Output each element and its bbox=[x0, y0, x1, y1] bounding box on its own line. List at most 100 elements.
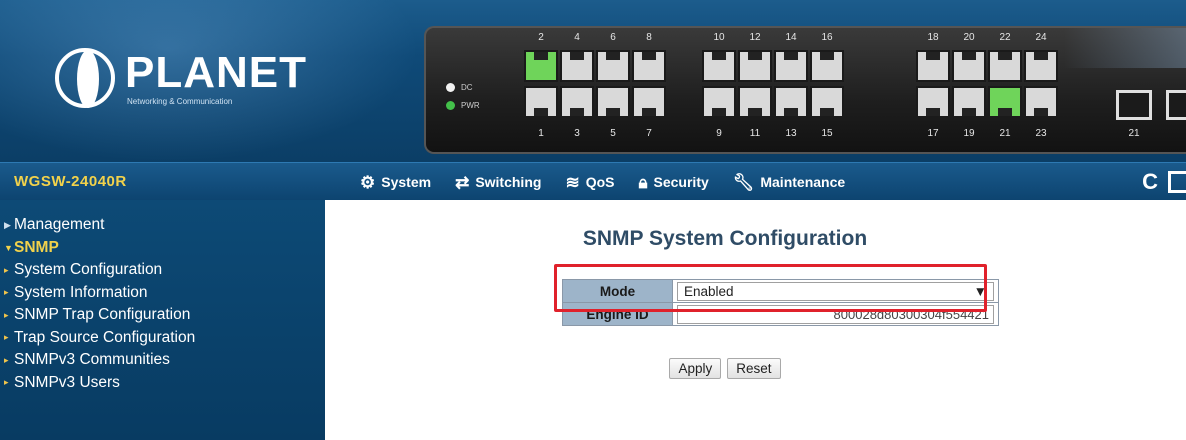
port-number-label: 5 bbox=[610, 128, 616, 139]
ethernet-port-14 bbox=[774, 50, 808, 82]
port-number-label: 22 bbox=[999, 32, 1011, 43]
dc-led-label: DC bbox=[461, 82, 473, 92]
table-row: Mode Enabled ▼ bbox=[562, 279, 999, 303]
chevron-right-icon: ▸ bbox=[4, 354, 9, 365]
save-icon[interactable] bbox=[1168, 171, 1186, 193]
sidebar-item-system-configuration[interactable]: ▸ System Configuration bbox=[0, 259, 325, 282]
chevron-right-icon: ▸ bbox=[4, 332, 9, 343]
refresh-icon[interactable]: C bbox=[1142, 169, 1158, 195]
snmp-config-table: Mode Enabled ▼ Engine ID bbox=[562, 279, 999, 326]
chevron-right-icon: ▸ bbox=[4, 377, 9, 388]
port-number-label: 9 bbox=[716, 128, 722, 139]
ethernet-port-12 bbox=[738, 50, 772, 82]
chevron-right-icon: ▸ bbox=[4, 264, 9, 275]
port-number-label: 23 bbox=[1035, 128, 1047, 139]
nav-qos-label: QoS bbox=[585, 174, 615, 190]
chevron-right-icon: ▸ bbox=[4, 287, 9, 298]
reset-button[interactable]: Reset bbox=[727, 358, 781, 379]
port-number-label: 12 bbox=[749, 32, 761, 43]
mode-label: Mode bbox=[562, 279, 673, 303]
ethernet-port-24 bbox=[1024, 50, 1058, 82]
engine-id-input[interactable] bbox=[677, 304, 994, 324]
sidebar-item-management[interactable]: ▶ Management bbox=[0, 214, 325, 237]
port-number-label: 1 bbox=[538, 128, 544, 139]
ethernet-port-20 bbox=[952, 50, 986, 82]
form-buttons: Apply Reset bbox=[325, 358, 1125, 379]
nav-system-label: System bbox=[381, 174, 432, 190]
ethernet-port-1 bbox=[524, 86, 558, 118]
port-number-label: 6 bbox=[610, 32, 616, 43]
ethernet-port-3 bbox=[560, 86, 594, 118]
model-name: WGSW-24040R bbox=[14, 173, 127, 190]
sfp-port-label: 21 bbox=[1128, 128, 1140, 139]
mode-cell: Enabled ▼ bbox=[672, 279, 999, 303]
nav-switching-label: Switching bbox=[475, 174, 542, 190]
port-number-label: 16 bbox=[821, 32, 833, 43]
port-number-label: 2 bbox=[538, 32, 544, 43]
ethernet-port-10 bbox=[702, 50, 736, 82]
mode-selected-value: Enabled bbox=[684, 283, 734, 299]
ethernet-port-23 bbox=[1024, 86, 1058, 118]
dropdown-arrow-icon: ▼ bbox=[973, 283, 987, 299]
port-number-label: 7 bbox=[646, 128, 652, 139]
ethernet-port-16 bbox=[810, 50, 844, 82]
switch-front-panel: DC PWR 2 4 6 8 10 12 14 16 18 20 22 24 1 3 5 7 9 11 13 15 17… bbox=[424, 26, 1186, 154]
ethernet-port-15 bbox=[810, 86, 844, 118]
sidebar-item-snmpv3-communities[interactable]: ▸ SNMPv3 Communities bbox=[0, 349, 325, 372]
nav-maintenance-label: Maintenance bbox=[760, 174, 846, 190]
header-banner: PLANET Networking & Communication DC PWR… bbox=[0, 0, 1186, 162]
ethernet-port-4 bbox=[560, 50, 594, 82]
port-number-label: 15 bbox=[821, 128, 833, 139]
nav-security[interactable]: 🔒︎ Security bbox=[638, 174, 708, 191]
sfp-port bbox=[1166, 90, 1186, 120]
nav-actions: C bbox=[1142, 163, 1186, 201]
qos-icon: ≋ bbox=[565, 172, 580, 192]
dc-led-icon bbox=[446, 82, 455, 92]
ethernet-port-13 bbox=[774, 86, 808, 118]
port-number-label: 11 bbox=[749, 128, 761, 139]
main-menu: ⚙ System ⇄ Switching ≋ QoS 🔒︎ Security 🔧… bbox=[360, 163, 869, 201]
sidebar-item-label: SNMP bbox=[14, 238, 59, 256]
planet-logo-icon bbox=[55, 48, 115, 108]
sidebar-item-label: SNMP Trap Configuration bbox=[14, 306, 191, 324]
status-leds: DC PWR bbox=[446, 78, 480, 114]
port-number-label: 20 bbox=[963, 32, 975, 43]
nav-maintenance[interactable]: 🔧︎ Maintenance bbox=[733, 174, 845, 191]
nav-switching[interactable]: ⇄ Switching bbox=[455, 174, 541, 191]
port-number-label: 8 bbox=[646, 32, 652, 43]
ethernet-port-9 bbox=[702, 86, 736, 118]
sidebar-item-partial bbox=[0, 394, 325, 408]
port-number-label: 4 bbox=[574, 32, 580, 43]
ethernet-port-2 bbox=[524, 50, 558, 82]
apply-button[interactable]: Apply bbox=[669, 358, 722, 379]
ethernet-port-22 bbox=[988, 50, 1022, 82]
top-nav-bar: WGSW-24040R ⚙ System ⇄ Switching ≋ QoS 🔒… bbox=[0, 162, 1186, 200]
sidebar-item-trap-source-configuration[interactable]: ▸ Trap Source Configuration bbox=[0, 327, 325, 350]
port-number-label: 24 bbox=[1035, 32, 1047, 43]
port-number-label: 18 bbox=[927, 32, 939, 43]
sidebar-item-snmp-trap-configuration[interactable]: ▸ SNMP Trap Configuration bbox=[0, 304, 325, 327]
sidebar-item-snmpv3-users[interactable]: ▸ SNMPv3 Users bbox=[0, 372, 325, 395]
panel-reflection bbox=[1064, 28, 1186, 68]
sidebar-item-snmp[interactable]: ▼ SNMP bbox=[0, 237, 325, 260]
ethernet-port-5 bbox=[596, 86, 630, 118]
pwr-led-icon bbox=[446, 100, 455, 110]
port-number-label: 17 bbox=[927, 128, 939, 139]
logo-wordmark: PLANET bbox=[125, 47, 307, 97]
port-number-label: 10 bbox=[713, 32, 725, 43]
nav-qos[interactable]: ≋ QoS bbox=[565, 174, 614, 191]
ethernet-port-7 bbox=[632, 86, 666, 118]
sidebar-item-system-information[interactable]: ▸ System Information bbox=[0, 282, 325, 305]
sidebar-menu: ▶ Management ▼ SNMP ▸ System Configurati… bbox=[0, 200, 325, 440]
mode-select[interactable]: Enabled ▼ bbox=[677, 281, 994, 301]
ethernet-port-21 bbox=[988, 86, 1022, 118]
ethernet-port-18 bbox=[916, 50, 950, 82]
sidebar-item-label: Trap Source Configuration bbox=[14, 328, 196, 346]
gear-icon: ⚙ bbox=[360, 172, 376, 192]
sidebar-item-label: System Information bbox=[14, 283, 148, 301]
port-number-label: 19 bbox=[963, 128, 975, 139]
sidebar-item-label: SNMPv3 Communities bbox=[14, 351, 170, 369]
pwr-led-label: PWR bbox=[461, 100, 480, 110]
nav-system[interactable]: ⚙ System bbox=[360, 174, 431, 191]
sidebar-item-label: Management bbox=[14, 216, 105, 234]
